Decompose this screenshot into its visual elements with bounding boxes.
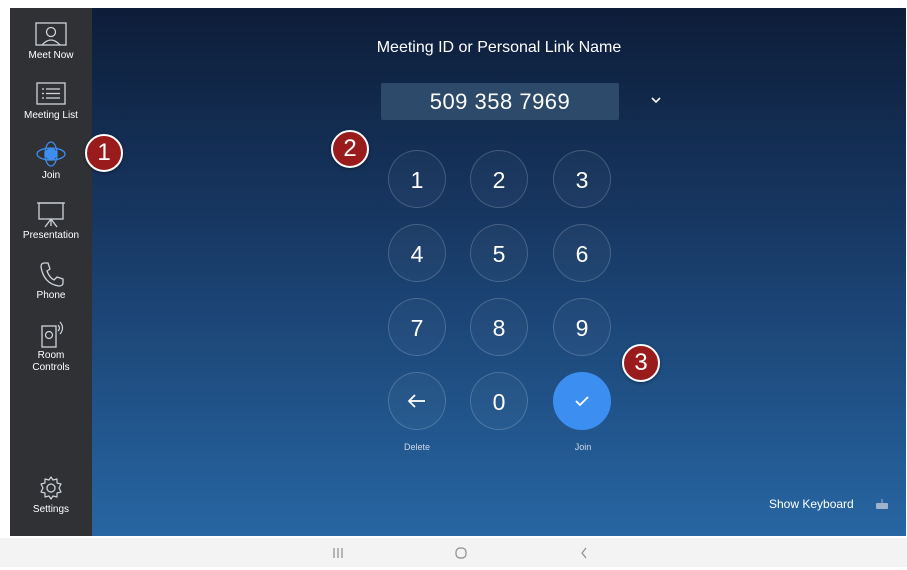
- join-label: Join: [574, 442, 592, 452]
- join-panel: Meeting ID or Personal Link Name 509 358…: [92, 8, 906, 536]
- keyboard-icon[interactable]: [875, 499, 889, 511]
- meet-now-icon: [35, 22, 67, 46]
- show-keyboard-button[interactable]: Show Keyboard: [769, 497, 854, 511]
- recent-apps-button[interactable]: [323, 538, 353, 567]
- back-icon: [581, 547, 587, 559]
- meeting-list-icon: [36, 82, 66, 105]
- android-nav-bar: [0, 538, 907, 567]
- sidebar-item-room-controls[interactable]: Room Controls: [10, 320, 92, 374]
- sidebar-item-label: Meeting List: [24, 110, 78, 121]
- presentation-icon: [37, 202, 65, 228]
- sidebar: Meet Now Meeting List Join Presentation …: [10, 8, 92, 536]
- keypad-key-2[interactable]: 2: [470, 150, 528, 208]
- keypad-key-8[interactable]: 8: [470, 298, 528, 356]
- keypad-key-3[interactable]: 3: [553, 150, 611, 208]
- keypad-key-0[interactable]: 0: [470, 372, 528, 430]
- sidebar-item-label: Room Controls: [32, 350, 70, 373]
- checkmark-icon: [575, 396, 589, 407]
- keypad-key-7[interactable]: 7: [388, 298, 446, 356]
- keypad-key-1[interactable]: 1: [388, 150, 446, 208]
- join-button[interactable]: [553, 372, 611, 430]
- step-badge-1: 1: [85, 134, 123, 172]
- step-badge-3: 3: [622, 344, 660, 382]
- sidebar-item-settings[interactable]: Settings: [10, 474, 92, 516]
- sidebar-item-label: Join: [41, 170, 61, 181]
- sidebar-item-meeting-list[interactable]: Meeting List: [10, 80, 92, 122]
- home-icon: [455, 547, 467, 559]
- home-button[interactable]: [446, 538, 476, 567]
- arrow-left-icon: [407, 394, 425, 408]
- delete-button[interactable]: [388, 372, 446, 430]
- sidebar-item-label: Presentation: [22, 230, 80, 241]
- sidebar-item-phone[interactable]: Phone: [10, 260, 92, 302]
- keypad-key-9[interactable]: 9: [553, 298, 611, 356]
- phone-icon: [40, 262, 64, 287]
- keypad-key-5[interactable]: 5: [470, 224, 528, 282]
- delete-label: Delete: [403, 442, 430, 452]
- gear-icon: [40, 476, 62, 500]
- keypad-key-4[interactable]: 4: [388, 224, 446, 282]
- meeting-id-input[interactable]: 509 358 7969: [381, 83, 619, 120]
- sidebar-item-join[interactable]: Join: [10, 140, 92, 182]
- sidebar-item-label: Settings: [32, 504, 70, 515]
- recent-apps-icon: [333, 548, 343, 558]
- sidebar-item-label: Meet Now: [28, 50, 74, 61]
- sidebar-item-label: Phone: [36, 290, 66, 301]
- sidebar-item-meet-now[interactable]: Meet Now: [10, 20, 92, 62]
- room-controls-icon: [41, 321, 64, 348]
- page-title: Meeting ID or Personal Link Name: [376, 39, 622, 56]
- chevron-down-icon[interactable]: [646, 90, 666, 110]
- back-button[interactable]: [569, 538, 599, 567]
- step-badge-2: 2: [331, 130, 369, 168]
- zoom-rooms-app: Meet Now Meeting List Join Presentation …: [10, 8, 906, 536]
- join-icon: [36, 141, 66, 167]
- keypad-key-6[interactable]: 6: [553, 224, 611, 282]
- sidebar-item-presentation[interactable]: Presentation: [10, 200, 92, 242]
